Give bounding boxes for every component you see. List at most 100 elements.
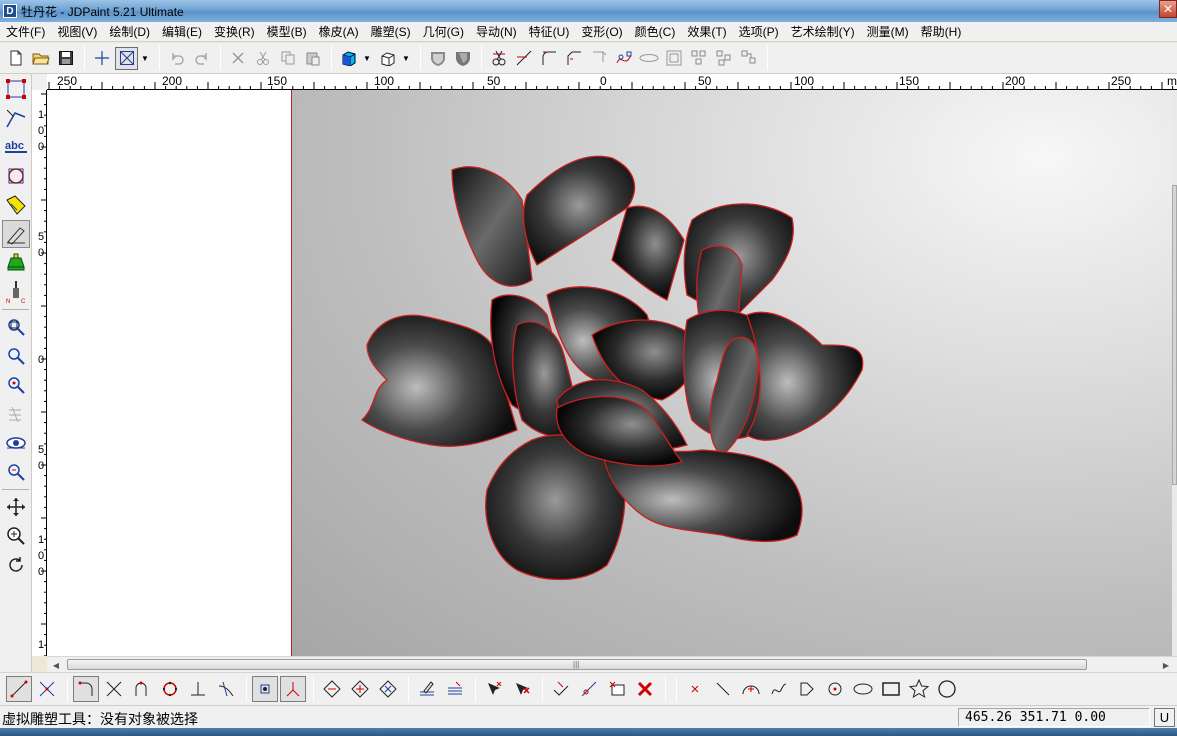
sculpt-tool-icon[interactable]: [2, 220, 30, 248]
cut-icon[interactable]: [251, 47, 274, 70]
delete-x-icon[interactable]: [226, 47, 249, 70]
extend-line-icon[interactable]: [512, 47, 535, 70]
ellipse-ring-icon[interactable]: [637, 47, 660, 70]
relief-render-area[interactable]: [291, 90, 1172, 656]
tangent-snap-icon[interactable]: [129, 676, 155, 702]
redo-icon[interactable]: [190, 47, 213, 70]
scroll-right-icon[interactable]: ▶: [1159, 659, 1173, 671]
zoom-in-icon[interactable]: [2, 342, 30, 370]
select-box-icon[interactable]: [115, 46, 138, 70]
paste-icon[interactable]: [301, 47, 324, 70]
shield-solid-icon[interactable]: [451, 47, 474, 70]
diamond-add-icon[interactable]: [347, 676, 373, 702]
menu-effect[interactable]: 效果(T): [681, 23, 732, 40]
vertical-scroll-thumb[interactable]: [1172, 185, 1177, 485]
menu-options[interactable]: 选项(P): [733, 23, 785, 40]
menu-view[interactable]: 视图(V): [51, 23, 103, 40]
scroll-left-icon[interactable]: ◀: [49, 659, 63, 671]
spline-draw-icon[interactable]: [766, 676, 792, 702]
menu-transform[interactable]: 变换(R): [208, 23, 261, 40]
text-tool-icon[interactable]: abc: [2, 133, 30, 161]
polygon-draw-icon[interactable]: [794, 676, 820, 702]
zoom-out-icon[interactable]: [2, 371, 30, 399]
save-icon[interactable]: [54, 47, 77, 70]
copy-icon[interactable]: [276, 47, 299, 70]
menu-sweep[interactable]: 导动(N): [470, 23, 523, 40]
close-window-button[interactable]: ✕: [1159, 0, 1177, 18]
pick-point-icon[interactable]: [481, 676, 507, 702]
select-rect-icon[interactable]: [2, 75, 30, 103]
polyline-tool-icon[interactable]: [2, 104, 30, 132]
pan-move-icon[interactable]: [2, 493, 30, 521]
star-draw-icon[interactable]: [906, 676, 932, 702]
menu-edit[interactable]: 编辑(E): [156, 23, 208, 40]
diamond-node-icon[interactable]: [319, 676, 345, 702]
menu-eraser[interactable]: 橡皮(A): [313, 23, 365, 40]
menu-model[interactable]: 模型(B): [261, 23, 313, 40]
fillet-icon[interactable]: [537, 47, 560, 70]
zoom-all-icon[interactable]: [2, 458, 30, 486]
horizontal-scroll-thumb[interactable]: |||: [67, 659, 1087, 670]
color-fill-icon[interactable]: [2, 191, 30, 219]
chamfer-icon[interactable]: [562, 47, 585, 70]
delete-red-x-icon[interactable]: [632, 676, 658, 702]
relief-tool-icon[interactable]: [2, 249, 30, 277]
node-list-icon[interactable]: [604, 676, 630, 702]
intersection-snap-icon[interactable]: [34, 676, 60, 702]
ellipse-draw-icon[interactable]: [850, 676, 876, 702]
layer-edit-icon[interactable]: [414, 676, 440, 702]
chevron-down-icon[interactable]: ▼: [362, 47, 372, 70]
ungroup-icon[interactable]: [737, 47, 760, 70]
trim-scissors-icon[interactable]: [487, 47, 510, 70]
chevron-down-icon[interactable]: ▼: [140, 47, 150, 70]
offset-rect-icon[interactable]: [662, 47, 685, 70]
grid-snap-icon[interactable]: [252, 676, 278, 702]
menu-help[interactable]: 帮助(H): [915, 23, 968, 40]
wire-cube-icon[interactable]: [376, 47, 399, 70]
menu-feature[interactable]: 特征(U): [523, 23, 576, 40]
node-align-icon[interactable]: [576, 676, 602, 702]
rotate-view-icon[interactable]: [2, 551, 30, 579]
menu-color[interactable]: 颜色(C): [629, 23, 682, 40]
perpendicular-snap-icon[interactable]: [185, 676, 211, 702]
corner-icon[interactable]: [587, 47, 610, 70]
menu-deform[interactable]: 变形(O): [575, 23, 628, 40]
arc-snap-icon[interactable]: [73, 676, 99, 702]
tangent-line-icon[interactable]: [213, 676, 239, 702]
transform-tool-icon[interactable]: [2, 162, 30, 190]
menu-draw[interactable]: 绘制(D): [103, 23, 156, 40]
zoom-realtime-icon[interactable]: [2, 522, 30, 550]
zoom-window-icon[interactable]: [2, 313, 30, 341]
rectangle-draw-icon[interactable]: [878, 676, 904, 702]
node-edit-icon[interactable]: [612, 47, 635, 70]
horizontal-scrollbar[interactable]: ◀ ||| ▶: [47, 656, 1177, 672]
shield-view-icon[interactable]: [426, 47, 449, 70]
menu-sculpt[interactable]: 雕塑(S): [365, 23, 417, 40]
array-icon[interactable]: [687, 47, 710, 70]
vertical-scrollbar[interactable]: [1172, 90, 1177, 656]
new-file-icon[interactable]: [4, 47, 27, 70]
pick-delete-icon[interactable]: [509, 676, 535, 702]
circle-draw-icon[interactable]: [934, 676, 960, 702]
menu-art-draw[interactable]: 艺术绘制(Y): [785, 23, 861, 40]
color-cube-icon[interactable]: [337, 47, 360, 70]
circle-snap-icon[interactable]: [157, 676, 183, 702]
node-move-icon[interactable]: [548, 676, 574, 702]
redraw-icon[interactable]: [2, 400, 30, 428]
chevron-down-icon[interactable]: ▼: [401, 47, 411, 70]
circle-center-draw-icon[interactable]: [822, 676, 848, 702]
undo-icon[interactable]: [165, 47, 188, 70]
axis-snap-icon[interactable]: [280, 676, 306, 702]
view-eye-icon[interactable]: [2, 429, 30, 457]
menu-geometry[interactable]: 几何(G): [417, 23, 470, 40]
diamond-remove-icon[interactable]: [375, 676, 401, 702]
cross-snap-icon[interactable]: [101, 676, 127, 702]
crosshair-icon[interactable]: [90, 47, 113, 70]
point-draw-icon[interactable]: [682, 676, 708, 702]
open-folder-icon[interactable]: [29, 47, 52, 70]
menu-file[interactable]: 文件(F): [0, 23, 51, 40]
arc-draw-icon[interactable]: [738, 676, 764, 702]
group-icon[interactable]: [712, 47, 735, 70]
line-snap-icon[interactable]: [6, 676, 32, 702]
nc-path-icon[interactable]: NC: [2, 278, 30, 306]
